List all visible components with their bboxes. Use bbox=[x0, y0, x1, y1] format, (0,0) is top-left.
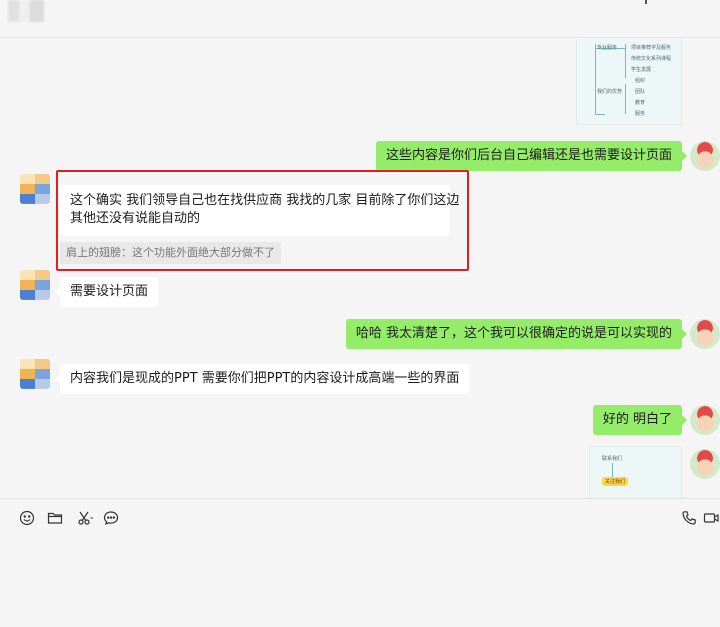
message-text-line: 这个确实 我们领导自己也在找供应商 我找的几家 目前除了你们这边 bbox=[70, 193, 460, 208]
scissors-icon[interactable] bbox=[74, 509, 96, 527]
my-avatar[interactable] bbox=[690, 319, 720, 349]
contact-avatar[interactable] bbox=[20, 270, 50, 300]
my-avatar[interactable] bbox=[690, 141, 720, 171]
emoji-icon[interactable] bbox=[18, 509, 36, 527]
message-sent[interactable]: 这些内容是你们后台自己编辑还是也需要设计页面 bbox=[375, 141, 688, 171]
mindmap-image-bottom[interactable]: 联系我们 关注我们 bbox=[589, 446, 682, 498]
contact-avatar[interactable] bbox=[20, 359, 50, 389]
mindmap-node: 我们的优势 bbox=[597, 89, 623, 95]
mindmap-node: 项目推荐字及服务 bbox=[631, 45, 672, 51]
chat-history-icon[interactable] bbox=[102, 509, 120, 527]
more-menu-icon[interactable] bbox=[645, 0, 647, 4]
mindmap-image-top[interactable]: 专业服务 项目推荐字及服务 传统文化系列课程 学生发展 组织 团队 教育 服务 … bbox=[576, 39, 682, 125]
message-received[interactable]: 这个确实 我们领导自己也在找供应商 我找的几家 目前除了你们这边 其他还没有说能… bbox=[55, 185, 460, 236]
mindmap-node: 专业服务 bbox=[597, 45, 618, 51]
mindmap-node: 关注我们 bbox=[602, 477, 629, 486]
message-text-line: 其他还没有说能自动的 bbox=[70, 211, 201, 226]
mindmap-node: 服务 bbox=[635, 111, 646, 117]
message-sent[interactable]: 好的 明白了 bbox=[592, 405, 688, 435]
mindmap-node: 团队 bbox=[635, 89, 646, 95]
input-toolbar bbox=[0, 498, 720, 627]
message-received[interactable]: 内容我们是现成的PPT 需要你们把PPT的内容设计成高端一些的界面 bbox=[54, 364, 470, 394]
message-received-with-quote[interactable]: 这个确实 我们领导自己也在找供应商 我找的几家 目前除了你们这边 其他还没有说能… bbox=[55, 185, 460, 264]
phone-icon[interactable] bbox=[680, 509, 698, 527]
my-avatar[interactable] bbox=[690, 405, 720, 435]
folder-icon[interactable] bbox=[46, 509, 64, 527]
chat-header bbox=[0, 0, 720, 38]
contact-avatar-blurred[interactable] bbox=[8, 0, 44, 22]
message-list[interactable]: 专业服务 项目推荐字及服务 传统文化系列课程 学生发展 组织 团队 教育 服务 … bbox=[0, 39, 720, 498]
my-avatar[interactable] bbox=[690, 449, 720, 479]
message-sent[interactable]: 哈哈 我太清楚了，这个我可以很确定的说是可以实现的 bbox=[345, 319, 688, 349]
mindmap-node: 传统文化系列课程 bbox=[631, 56, 672, 62]
mindmap-node: 联系我们 bbox=[602, 456, 623, 462]
contact-avatar[interactable] bbox=[20, 174, 50, 204]
mindmap-node: 学生发展 bbox=[631, 67, 652, 73]
mindmap-node: 教育 bbox=[635, 100, 646, 106]
video-icon[interactable] bbox=[702, 509, 720, 527]
mindmap-node: 组织 bbox=[635, 78, 646, 84]
message-received[interactable]: 需要设计页面 bbox=[54, 277, 159, 307]
quoted-message[interactable]: 肩上的翅膀：这个功能外面绝大部分做不了 bbox=[60, 242, 281, 264]
